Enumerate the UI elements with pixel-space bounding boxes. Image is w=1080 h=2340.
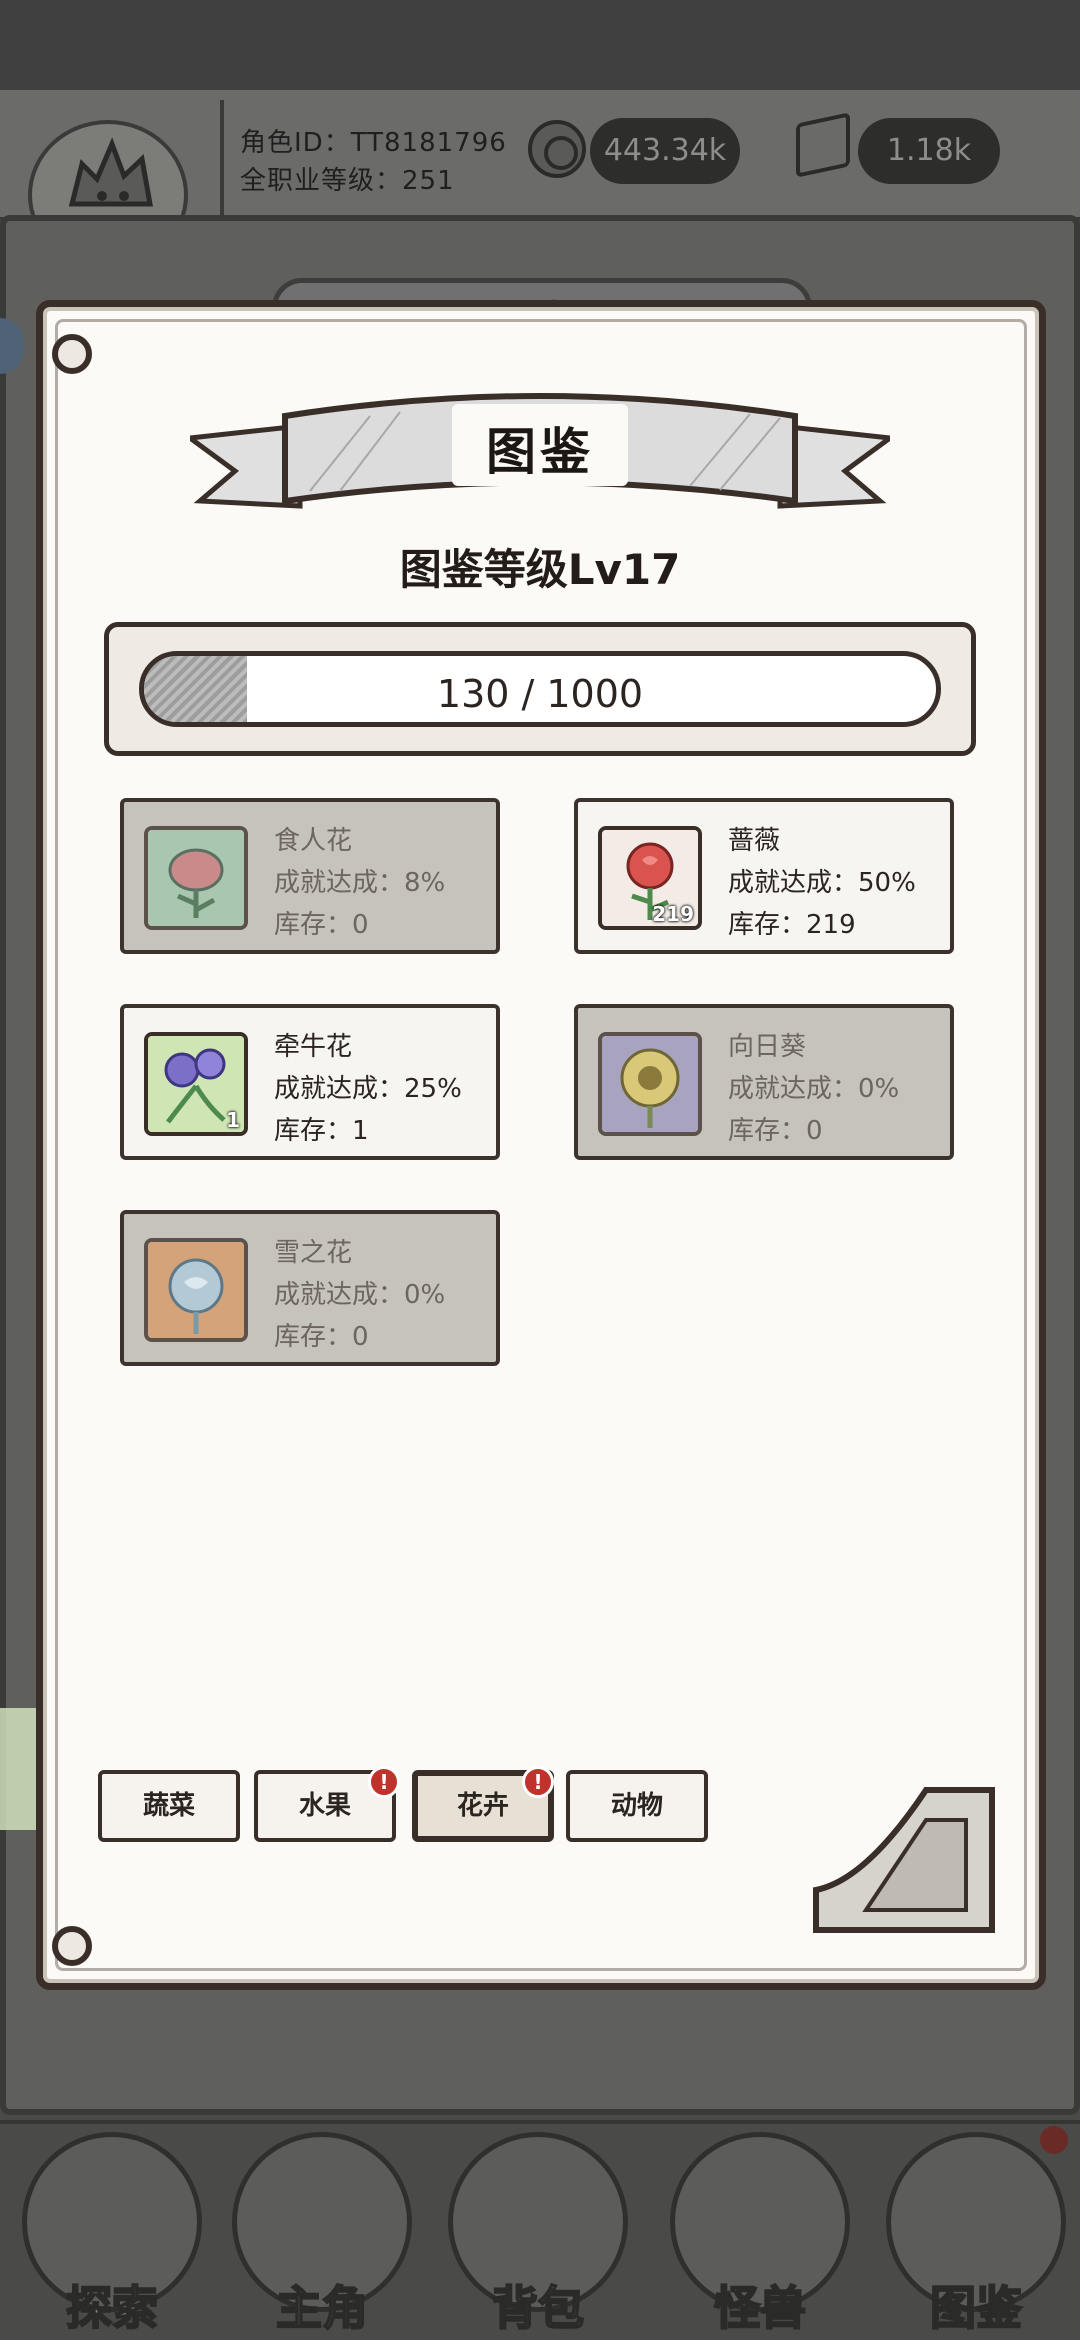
item-stock: 库存：0 (274, 910, 369, 940)
item-card-snow-flower[interactable]: 雪之花 成就达成：0% 库存：0 (120, 1210, 500, 1366)
piranha-flower-icon (144, 826, 248, 930)
item-name: 食人花 (274, 826, 353, 856)
collection-level: 图鉴等级Lv17 (399, 545, 681, 594)
top-hud: 角色ID：TT8181796 全职业等级：251 443.34k 1.18k (0, 90, 1080, 270)
item-name: 雪之花 (274, 1238, 353, 1268)
status-bar (0, 0, 1080, 90)
item-name: 蔷薇 (728, 826, 781, 856)
nav-hero[interactable]: 主角 (222, 2132, 422, 2340)
collection-title: 图鉴 (486, 423, 594, 481)
coin-balance[interactable]: 443.34k (590, 118, 740, 184)
item-stock: 库存：0 (728, 1116, 823, 1146)
item-stock: 库存：1 (274, 1116, 369, 1146)
nav-explore[interactable]: 探索 (12, 2132, 212, 2340)
hud-divider (220, 100, 224, 215)
title-ribbon: 图鉴 (183, 386, 897, 526)
nav-label: 主角 (275, 2280, 369, 2336)
item-name: 向日葵 (728, 1032, 807, 1062)
progress-text: 130 / 1000 (436, 672, 644, 716)
sunflower-icon (598, 1032, 702, 1136)
morning-glory-icon: 1 (144, 1032, 248, 1136)
role-id-text: 角色ID：TT8181796 (240, 128, 507, 158)
item-achievement: 成就达成：0% (274, 1280, 446, 1310)
item-count: 219 (652, 902, 694, 926)
nav-monster[interactable]: 怪兽 (660, 2132, 860, 2340)
paper-ring-icon (52, 1926, 92, 1966)
item-card-piranha[interactable]: 食人花 成就达成：8% 库存：0 (120, 798, 500, 954)
item-name: 牵牛花 (274, 1032, 353, 1062)
item-count: 1 (226, 1108, 240, 1132)
item-achievement: 成就达成：8% (274, 868, 446, 898)
nav-label: 探索 (65, 2280, 159, 2336)
item-achievement: 成就达成：0% (728, 1074, 900, 1104)
snow-flower-icon (144, 1238, 248, 1342)
page-curl-icon (813, 1787, 995, 1933)
item-stock: 库存：0 (274, 1322, 369, 1352)
gem-balance[interactable]: 1.18k (858, 118, 1000, 184)
rose-icon: 219 (598, 826, 702, 930)
item-card-morning-glory[interactable]: 1 牵牛花 成就达成：25% 库存：1 (120, 1004, 500, 1160)
tab-animals[interactable]: 动物 (566, 1770, 708, 1842)
tab-flowers-alert-badge: ! (522, 1766, 554, 1798)
coin-icon (528, 120, 586, 178)
nav-label: 怪兽 (713, 2280, 807, 2336)
tab-vegetables[interactable]: 蔬菜 (98, 1770, 240, 1842)
nav-label: 背包 (491, 2280, 585, 2336)
nav-label: 图鉴 (929, 2280, 1023, 2336)
nav-backpack[interactable]: 背包 (438, 2132, 638, 2340)
paper-ring-icon (52, 334, 92, 374)
item-achievement: 成就达成：50% (728, 868, 916, 898)
item-card-sunflower[interactable]: 向日葵 成就达成：0% 库存：0 (574, 1004, 954, 1160)
gem-icon (796, 112, 850, 178)
nav-notification-dot (1040, 2126, 1068, 2154)
tab-fruits-alert-badge: ! (368, 1766, 400, 1798)
item-card-rose[interactable]: 219 蔷薇 成就达成：50% 库存：219 (574, 798, 954, 954)
item-achievement: 成就达成：25% (274, 1074, 462, 1104)
page-corner-button[interactable] (806, 1780, 1002, 1940)
item-stock: 库存：219 (728, 910, 856, 940)
collection-progress: 130 / 1000 (104, 622, 976, 756)
progress-track: 130 / 1000 (139, 651, 941, 727)
total-level-text: 全职业等级：251 (240, 166, 455, 196)
nav-collection[interactable]: 图鉴 (876, 2132, 1076, 2340)
